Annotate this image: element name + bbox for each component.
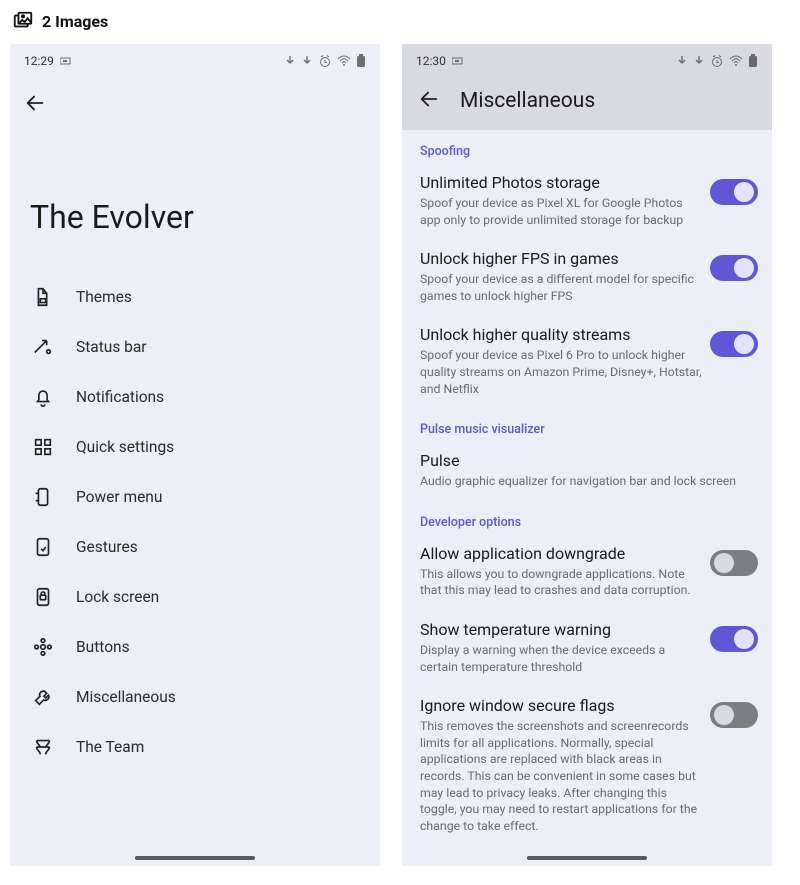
alarm-icon [710,54,724,68]
pref-unlimited-photos[interactable]: Unlimited Photos storage Spoof your devi… [402,163,772,239]
back-arrow-icon [418,88,440,110]
images-icon [12,10,34,32]
pref-title: Unlock higher FPS in games [420,249,702,269]
toggle-temp-warning[interactable] [710,626,758,652]
menu-label: Notifications [76,388,164,406]
alarm-icon [318,54,332,68]
menu-item-notifications[interactable]: Notifications [18,372,372,422]
pref-desc: Audio graphic equalizer for navigation b… [420,474,758,491]
menu-label: Gestures [76,538,138,556]
menu-label: Lock screen [76,588,159,606]
buttons-icon [32,636,54,658]
menu-list: Themes Status bar Notifications Quick se… [10,266,380,778]
status-chip-icon [60,56,74,66]
pref-title: Allow application downgrade [420,544,702,564]
menu-label: Power menu [76,488,162,506]
pref-temp-warning[interactable]: Show temperature warning Display a warni… [402,610,772,686]
toggle-allow-downgrade[interactable] [710,550,758,576]
menu-item-quicksettings[interactable]: Quick settings [18,422,372,472]
pref-title: Unlimited Photos storage [420,173,702,193]
arrow-down-icon [676,55,688,67]
grid-icon [32,436,54,458]
menu-item-themes[interactable]: Themes [18,272,372,322]
pref-pulse[interactable]: Pulse Audio graphic equalizer for naviga… [402,441,772,501]
back-arrow-icon [24,92,46,114]
toggle-unlock-fps[interactable] [710,255,758,281]
menu-item-team[interactable]: The Team [18,722,372,772]
arrow-down-icon [301,55,313,67]
nav-handle[interactable] [527,856,647,860]
toggle-unlimited-photos[interactable] [710,179,758,205]
menu-item-powermenu[interactable]: Power menu [18,472,372,522]
pref-unlock-streams[interactable]: Unlock higher quality streams Spoof your… [402,315,772,408]
menu-item-buttons[interactable]: Buttons [18,622,372,672]
menu-label: Quick settings [76,438,174,456]
pref-title: Ignore window secure flags [420,696,702,716]
pref-desc: Spoof your device as a different model f… [420,272,702,305]
gesture-icon [32,536,54,558]
wifi-icon [337,55,351,67]
pref-allow-downgrade[interactable]: Allow application downgrade This allows … [402,534,772,610]
pref-desc: This removes the screenshots and screenr… [420,719,702,835]
menu-item-gestures[interactable]: Gestures [18,522,372,572]
toggle-ignore-secure-flags[interactable] [710,702,758,728]
wifi-icon [729,55,743,67]
team-icon [32,736,54,758]
nav-handle[interactable] [135,856,255,860]
section-label-developer: Developer options [402,501,772,534]
arrow-down-icon [284,55,296,67]
gallery-count: 2 Images [42,12,108,31]
lock-icon [32,586,54,608]
page-title: Miscellaneous [460,89,595,113]
bell-icon [32,386,54,408]
arrow-down-icon [693,55,705,67]
section-label-spoofing: Spoofing [402,130,772,163]
back-button[interactable] [24,99,46,118]
menu-label: Miscellaneous [76,688,176,706]
menu-label: Themes [76,288,132,306]
battery-icon [748,54,758,68]
page-title: The Evolver [10,128,380,266]
menu-item-lockscreen[interactable]: Lock screen [18,572,372,622]
menu-label: The Team [76,738,144,756]
power-icon [32,486,54,508]
pref-unlock-fps[interactable]: Unlock higher FPS in games Spoof your de… [402,239,772,315]
wrench-icon [32,686,54,708]
section-label-pulse: Pulse music visualizer [402,408,772,441]
themes-icon [32,286,54,308]
status-chip-icon [452,56,466,66]
pref-title: Unlock higher quality streams [420,325,702,345]
pref-desc: Spoof your device as Pixel XL for Google… [420,196,702,229]
gallery-header: 2 Images [0,0,800,44]
toggle-unlock-streams[interactable] [710,331,758,357]
pref-desc: This allows you to downgrade application… [420,567,702,600]
menu-item-miscellaneous[interactable]: Miscellaneous [18,672,372,722]
pref-desc: Spoof your device as Pixel 6 Pro to unlo… [420,348,702,398]
pref-ignore-secure-flags[interactable]: Ignore window secure flags This removes … [402,686,772,845]
status-time: 12:29 [24,54,54,68]
menu-item-statusbar[interactable]: Status bar [18,322,372,372]
menu-label: Buttons [76,638,130,656]
status-time: 12:30 [416,54,446,68]
status-bar: 12:29 [10,44,380,74]
status-bar: 12:30 [402,44,772,74]
screenshot-miscellaneous: 12:30 Miscellaneous Spoof [402,44,772,866]
statusbar-icon [32,336,54,358]
menu-label: Status bar [76,338,147,356]
battery-icon [356,54,366,68]
pref-title: Pulse [420,451,758,471]
back-button[interactable] [418,88,440,114]
pref-desc: Display a warning when the device exceed… [420,643,702,676]
screenshot-evolver: 12:29 The Evolver Themes [10,44,380,866]
pref-title: Show temperature warning [420,620,702,640]
